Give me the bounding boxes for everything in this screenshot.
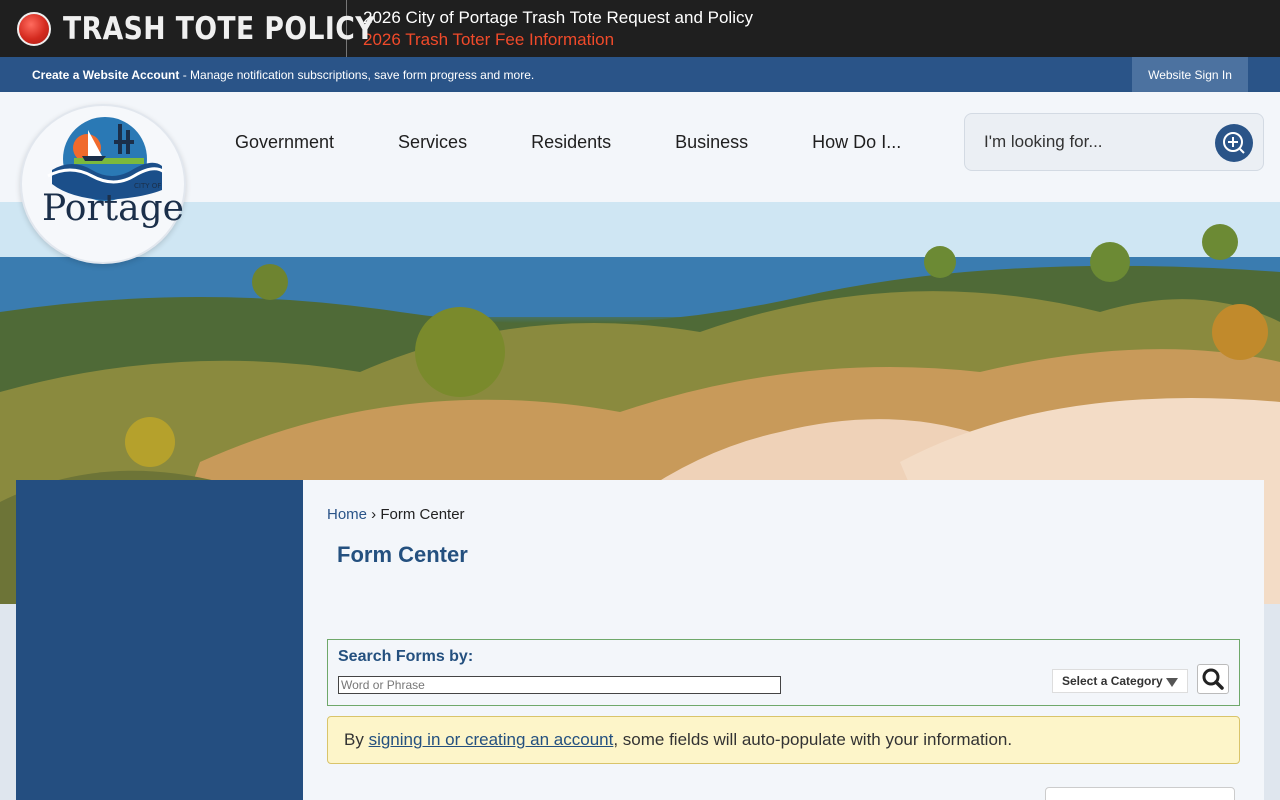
breadcrumb-current: Form Center	[380, 506, 465, 523]
dropdown-arrow-icon	[1166, 678, 1178, 687]
nav-item-services[interactable]: Services	[366, 132, 499, 153]
nav-item-government[interactable]: Government	[203, 132, 366, 153]
alert-bar: TRASH TOTE POLICY 2026 City of Portage T…	[0, 0, 1280, 57]
site-header: CITY OF Portage Government Services Resi…	[0, 92, 1280, 264]
category-select[interactable]: Select a Category	[1052, 669, 1188, 693]
search-plus-icon	[1223, 132, 1245, 154]
search-forms-panel: Search Forms by: Select a Category	[327, 639, 1240, 706]
alert-links: 2026 City of Portage Trash Tote Request …	[363, 7, 753, 51]
magnifier-icon	[1202, 668, 1224, 690]
category-select-label: Select a Category	[1062, 674, 1163, 688]
alert-link-policy[interactable]: 2026 City of Portage Trash Tote Request …	[363, 7, 753, 29]
search-forms-label: Search Forms by:	[338, 648, 474, 665]
signin-create-account-link[interactable]: signing in or creating an account	[369, 730, 614, 750]
alert-title: TRASH TOTE POLICY	[63, 10, 375, 47]
site-search	[964, 113, 1264, 171]
notice-suffix: , some fields will auto-populate with yo…	[613, 730, 1013, 749]
notice-prefix: By	[344, 730, 364, 749]
nav-item-residents[interactable]: Residents	[499, 132, 643, 153]
breadcrumb-home-link[interactable]: Home	[327, 506, 367, 523]
breadcrumb: Home › Form Center	[327, 506, 465, 523]
signin-notice: By signing in or creating an account, so…	[327, 716, 1240, 764]
site-search-input[interactable]	[984, 132, 1204, 152]
logo-name: Portage	[42, 188, 184, 229]
main-content: Home › Form Center Form Center Search Fo…	[303, 480, 1264, 800]
search-forms-input[interactable]	[338, 676, 781, 694]
website-signin-button[interactable]: Website Sign In	[1132, 57, 1248, 92]
nav-item-how-do-i[interactable]: How Do I...	[780, 132, 933, 153]
nav-item-business[interactable]: Business	[643, 132, 780, 153]
partial-content-box	[1045, 787, 1235, 800]
city-logo[interactable]: CITY OF Portage	[20, 104, 186, 264]
search-forms-button[interactable]	[1197, 664, 1229, 694]
city-logo-icon: CITY OF Portage	[42, 117, 184, 229]
main-nav: Government Services Residents Business H…	[203, 92, 933, 192]
left-sidebar	[16, 480, 303, 800]
page-title: Form Center	[337, 542, 468, 567]
alert-link-fee[interactable]: 2026 Trash Toter Fee Information	[363, 29, 753, 51]
create-account-link[interactable]: Create a Website Account	[32, 68, 179, 82]
account-description: - Manage notification subscriptions, sav…	[179, 67, 535, 82]
alert-record-icon	[17, 11, 51, 46]
breadcrumb-separator: ›	[367, 506, 381, 523]
account-bar: Create a Website Account - Manage notifi…	[0, 57, 1280, 92]
account-message: Create a Website Account - Manage notifi…	[32, 68, 534, 82]
site-search-button[interactable]	[1215, 124, 1253, 162]
